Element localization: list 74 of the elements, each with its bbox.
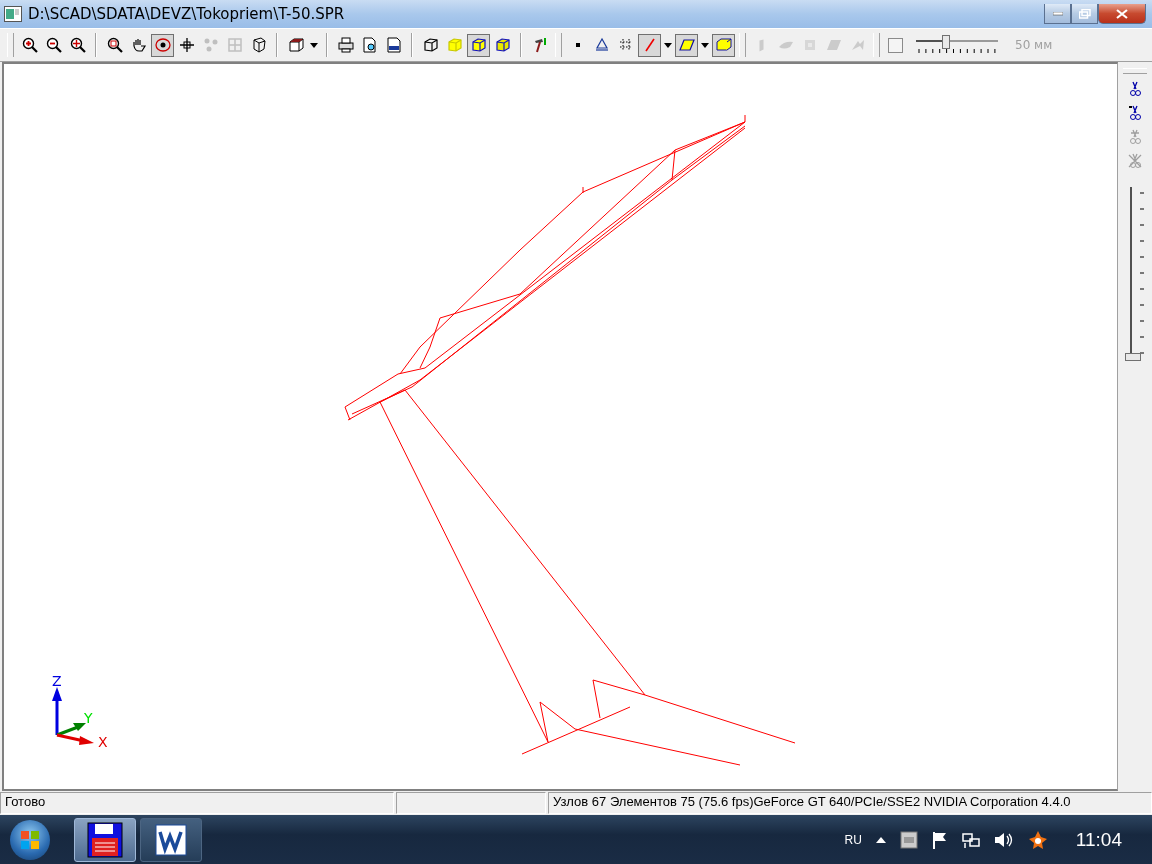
caret-icon xyxy=(664,42,672,48)
caret-icon xyxy=(310,42,318,48)
status-text: Готово xyxy=(0,792,394,814)
vertical-slider[interactable] xyxy=(1123,187,1147,359)
parallelogram-icon xyxy=(825,37,842,53)
windows-logo-icon xyxy=(20,829,40,850)
language-indicator[interactable]: RU xyxy=(844,832,862,847)
toolbar-grip[interactable] xyxy=(555,33,562,57)
x-axis-label: X xyxy=(98,734,108,750)
dxf-file-icon xyxy=(385,37,402,53)
model-viewport[interactable]: Z Y X xyxy=(2,62,1118,791)
speaker-icon[interactable] xyxy=(993,830,1014,849)
start-button[interactable] xyxy=(10,819,50,860)
toolbar-button[interactable] xyxy=(151,33,174,57)
y-axis-label: Y xyxy=(84,710,93,726)
support-icon xyxy=(593,37,610,53)
zoom-window-icon xyxy=(106,37,123,53)
box-icon xyxy=(287,37,304,53)
zoom-in-icon xyxy=(21,37,38,53)
grid-icon xyxy=(617,37,634,53)
hand-icon xyxy=(130,37,147,53)
minimize-icon xyxy=(1052,11,1063,16)
toolbar-button[interactable] xyxy=(675,33,698,57)
status-text: Узлов 67 Элементов 75 (75.6 fps)GeForce GT 640/PCIe/SSE2 NVIDIA Corporation 4.4.0 xyxy=(548,792,1152,814)
z-axis-arrow xyxy=(52,687,62,735)
toolbar-button[interactable] xyxy=(467,33,490,57)
toolbar-grip[interactable] xyxy=(739,33,746,57)
crosshair-icon xyxy=(178,37,195,53)
zoom-extents-icon xyxy=(69,37,86,53)
bar-icon xyxy=(759,38,764,52)
window-title: D:\SCAD\SDATA\DEVZ\Tokopriem\T-50.SPR xyxy=(28,5,346,23)
x-axis-arrow xyxy=(56,733,94,745)
network-icon[interactable] xyxy=(961,830,980,849)
tray-app-icon[interactable] xyxy=(899,830,918,849)
scissors-icon xyxy=(1127,128,1143,145)
toolbar-grip[interactable] xyxy=(873,33,880,57)
y-axis-arrow xyxy=(56,723,86,737)
mesh-icon xyxy=(226,37,243,53)
close-button[interactable] xyxy=(1098,4,1146,24)
wireframe-cube-icon xyxy=(422,37,439,53)
minimize-button[interactable] xyxy=(1044,4,1071,24)
app-icon xyxy=(4,6,22,22)
maximize-button[interactable] xyxy=(1071,4,1098,24)
taskbar-app-button[interactable] xyxy=(74,817,136,862)
scissors-icon xyxy=(1127,80,1143,97)
close-icon xyxy=(1116,8,1128,19)
zoom-out-icon xyxy=(45,37,62,53)
slider-thumb[interactable] xyxy=(1125,353,1141,361)
word-document-icon xyxy=(155,823,187,856)
toolbar-grip[interactable] xyxy=(7,33,14,57)
clock[interactable]: 11:04 xyxy=(1075,828,1122,851)
caret-icon xyxy=(701,42,709,48)
checkbox[interactable] xyxy=(888,37,903,53)
outlined-cube-icon xyxy=(470,37,487,53)
slider-thumb[interactable] xyxy=(941,35,950,49)
rotate-icon xyxy=(154,37,171,53)
solid-icon xyxy=(715,37,732,53)
z-axis-label: Z xyxy=(52,673,62,689)
solid-cube-icon xyxy=(446,37,463,53)
nodes-icon xyxy=(202,37,219,53)
scale-reading: 50 мм xyxy=(1015,38,1053,52)
flag-icon[interactable] xyxy=(931,830,948,849)
restore-icon xyxy=(1078,8,1091,19)
print-preview-icon xyxy=(361,37,378,53)
antivirus-icon[interactable] xyxy=(1027,829,1048,850)
plate-icon xyxy=(678,37,695,53)
shape-icon xyxy=(250,37,267,53)
scale-slider[interactable] xyxy=(916,35,998,55)
show-hidden-icons-icon[interactable] xyxy=(875,836,886,843)
scissors-icon xyxy=(1127,104,1143,121)
printer-icon xyxy=(337,37,354,53)
taskbar-app-button[interactable] xyxy=(140,817,202,862)
scissors-icon xyxy=(1127,152,1143,169)
textured-cube-icon xyxy=(494,37,511,53)
